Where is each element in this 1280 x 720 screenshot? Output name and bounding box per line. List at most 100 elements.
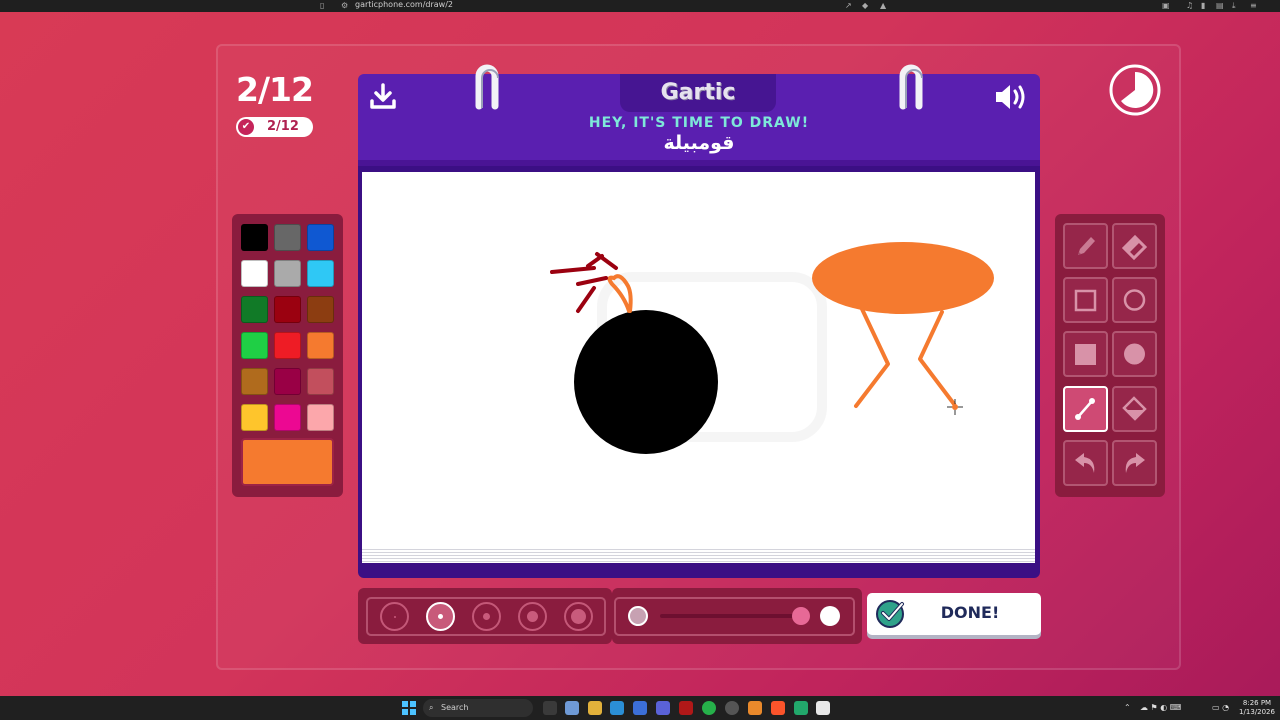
- drawn-table-legs: [854, 307, 956, 408]
- color-swatch[interactable]: [241, 368, 268, 395]
- taskbar-clock[interactable]: 8:26 PM 1/13/2026: [1238, 699, 1276, 717]
- brush-size-dot: [393, 615, 396, 618]
- square-fill-icon: [1075, 344, 1096, 365]
- brave-shield-icon[interactable]: ◆: [862, 1, 868, 11]
- color-swatch[interactable]: [241, 296, 268, 323]
- browser-toolbar: ▯ ⚙ garticphone.com/draw/2 ↗ ◆ ▲ ▣ ♫ ▮ ▤…: [0, 0, 1280, 12]
- opacity-slider-track[interactable]: [660, 614, 800, 618]
- undo-tool[interactable]: [1063, 440, 1108, 486]
- round-counter: 2/12: [236, 70, 314, 109]
- discord-icon[interactable]: [656, 701, 670, 715]
- file-explorer-icon[interactable]: [588, 701, 602, 715]
- color-swatch[interactable]: [241, 404, 268, 431]
- drawn-table-top: [812, 242, 994, 314]
- tray-network-volume-icons[interactable]: ▭ ◔: [1212, 703, 1229, 712]
- notepad-icon[interactable]: [816, 701, 830, 715]
- circle-fill-icon: [1124, 343, 1145, 365]
- crosshair-cursor-icon: [947, 399, 963, 415]
- store-icon[interactable]: [633, 701, 647, 715]
- color-swatch[interactable]: [274, 260, 301, 287]
- tab-menu-icon[interactable]: ▣: [1162, 1, 1170, 11]
- taskbar-search-label: Search: [441, 703, 469, 712]
- round-badge: ✔ 2/12: [236, 117, 313, 137]
- sidebar-icon[interactable]: ▮: [1201, 1, 1205, 11]
- square-outline-icon: [1074, 289, 1097, 312]
- brush-size-dot: [527, 611, 538, 622]
- opacity-slider-thumb[interactable]: [792, 607, 810, 625]
- tray-chevron-icon[interactable]: ⌃: [1124, 703, 1131, 712]
- brush-size-dot: [438, 614, 443, 619]
- brave-icon[interactable]: [771, 701, 785, 715]
- search-icon: ⌕: [429, 703, 434, 712]
- color-swatch[interactable]: [307, 296, 334, 323]
- notepad-ring-right-icon: [899, 64, 923, 110]
- timer-icon: [1109, 64, 1161, 116]
- site-info-icon[interactable]: ⚙: [341, 1, 348, 11]
- ellipse-fill-tool[interactable]: [1112, 331, 1157, 377]
- brush-size-dot: [483, 613, 490, 620]
- download-manager-icon[interactable]: ⤓: [1232, 1, 1236, 11]
- draw-word: قومبيلة: [663, 132, 735, 154]
- color-swatch[interactable]: [307, 332, 334, 359]
- tray-icons[interactable]: ☁ ⚑ ◐ ⌨: [1140, 703, 1181, 712]
- color-swatch[interactable]: [307, 368, 334, 395]
- brush-size-option[interactable]: [518, 602, 547, 631]
- brush-size-option[interactable]: [564, 602, 593, 631]
- windows-start-icon[interactable]: [402, 701, 416, 715]
- pencil-icon: [1078, 237, 1095, 255]
- edge-icon[interactable]: [610, 701, 624, 715]
- whatsapp-icon[interactable]: [702, 701, 716, 715]
- drawing-layer[interactable]: [362, 172, 1035, 547]
- color-swatch[interactable]: [274, 332, 301, 359]
- round-badge-text: 2/12: [267, 119, 299, 134]
- brush-size-option[interactable]: [426, 602, 455, 631]
- undo-icon: [1075, 453, 1095, 473]
- app-icon-red[interactable]: [679, 701, 693, 715]
- color-swatch[interactable]: [307, 404, 334, 431]
- color-swatch[interactable]: [307, 224, 334, 251]
- share-icon[interactable]: ↗: [845, 1, 852, 11]
- color-swatch[interactable]: [274, 404, 301, 431]
- pencil-tool[interactable]: [1063, 223, 1108, 269]
- address-bar[interactable]: garticphone.com/draw/2: [355, 0, 453, 10]
- check-icon: ✔: [238, 119, 254, 135]
- volume-icon[interactable]: [993, 82, 1029, 112]
- color-swatch[interactable]: [307, 260, 334, 287]
- fill-bucket-tool[interactable]: [1112, 386, 1157, 432]
- app-icon-green[interactable]: [794, 701, 808, 715]
- browser-menu-icon[interactable]: ≡: [1250, 1, 1257, 11]
- brush-size-option[interactable]: [472, 602, 501, 631]
- draw-prompt: HEY, IT'S TIME TO DRAW!: [588, 115, 810, 131]
- download-icon[interactable]: [368, 82, 398, 112]
- redo-tool[interactable]: [1112, 440, 1157, 486]
- obs-icon[interactable]: [725, 701, 739, 715]
- color-swatch[interactable]: [241, 260, 268, 287]
- rectangle-outline-tool[interactable]: [1063, 277, 1108, 323]
- line-icon: [1075, 398, 1095, 420]
- rectangle-fill-tool[interactable]: [1063, 331, 1108, 377]
- eraser-tool[interactable]: [1112, 223, 1157, 269]
- bucket-icon: [1122, 396, 1147, 421]
- current-color: [241, 438, 334, 486]
- color-swatch[interactable]: [241, 224, 268, 251]
- paper-edges: [362, 547, 1035, 563]
- app-icon-orange[interactable]: [748, 701, 762, 715]
- color-swatch[interactable]: [241, 332, 268, 359]
- ellipse-outline-tool[interactable]: [1112, 277, 1157, 323]
- copilot-icon[interactable]: [565, 701, 579, 715]
- brush-size-option[interactable]: [380, 602, 409, 631]
- media-icon[interactable]: ♫: [1186, 1, 1193, 11]
- taskbar-search[interactable]: ⌕ Search: [423, 699, 533, 717]
- done-check-icon: [876, 600, 904, 628]
- line-tool[interactable]: [1063, 386, 1108, 432]
- rewards-icon[interactable]: ▲: [880, 1, 886, 11]
- wallet-icon[interactable]: ▤: [1216, 1, 1224, 11]
- drawn-bomb-body: [574, 310, 718, 454]
- done-label: DONE!: [940, 603, 1000, 622]
- eraser-icon: [1121, 234, 1148, 261]
- task-view-icon[interactable]: [543, 701, 557, 715]
- color-swatch[interactable]: [274, 224, 301, 251]
- color-swatch[interactable]: [274, 296, 301, 323]
- bookmark-icon[interactable]: ▯: [320, 1, 324, 11]
- color-swatch[interactable]: [274, 368, 301, 395]
